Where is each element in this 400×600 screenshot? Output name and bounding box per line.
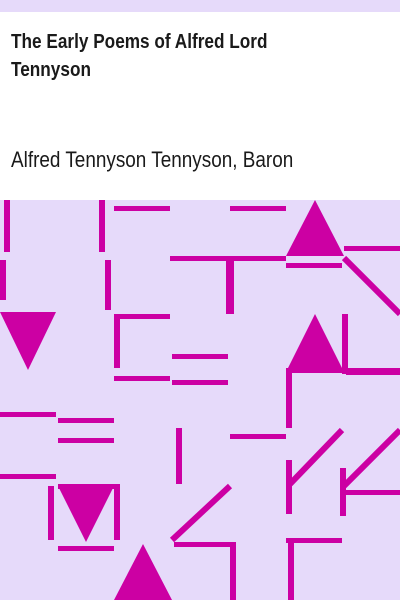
book-title: The Early Poems of Alfred Lord Tennyson [11,31,268,81]
decorative-pattern [0,200,400,600]
book-cover: The Early Poems of Alfred Lord Tennyson … [0,0,400,600]
book-author: Alfred Tennyson Tennyson, Baron [11,147,294,172]
top-decorative-strip [0,0,400,12]
